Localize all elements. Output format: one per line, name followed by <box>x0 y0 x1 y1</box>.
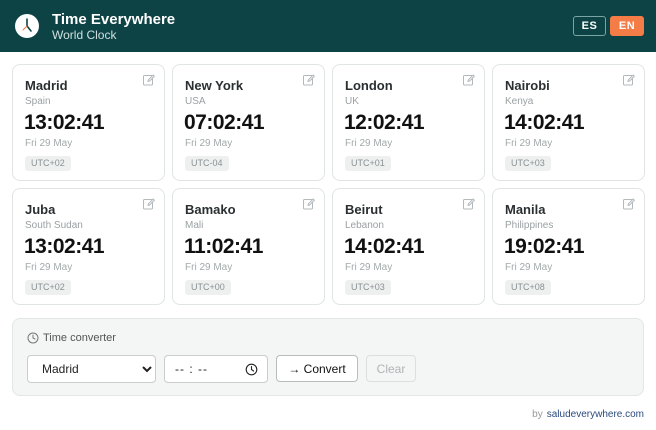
clock-outline-icon <box>27 332 39 344</box>
city-select[interactable]: Madrid <box>27 355 156 383</box>
country-name: Spain <box>25 96 51 107</box>
utc-offset-badge: UTC+03 <box>345 280 391 295</box>
converter-title: Time converter <box>43 332 116 344</box>
clock-card-new-york: New York USA 07:02:41 Fri 29 May UTC-04 <box>172 64 325 181</box>
language-en-button[interactable]: EN <box>610 16 644 36</box>
utc-offset-badge: UTC+02 <box>25 156 71 171</box>
country-name: Kenya <box>505 96 534 107</box>
utc-offset-badge: UTC+08 <box>505 280 551 295</box>
clock-time: 13:02:41 <box>24 235 105 258</box>
city-name: Juba <box>25 202 56 217</box>
app-title: Time Everywhere <box>52 11 176 28</box>
utc-offset-badge: UTC+00 <box>185 280 231 295</box>
clock-time: 14:02:41 <box>504 111 585 134</box>
clock-outline-icon[interactable] <box>245 363 258 376</box>
country-name: Philippines <box>505 220 554 231</box>
pencil-edit-icon[interactable] <box>303 74 315 86</box>
country-name: UK <box>345 96 359 107</box>
clear-button[interactable]: Clear <box>366 355 416 382</box>
footer-credit: by saludeverywhere.com <box>532 409 644 420</box>
footer-link[interactable]: saludeverywhere.com <box>547 409 644 420</box>
clock-date: Fri 29 May <box>25 262 73 273</box>
pencil-edit-icon[interactable] <box>303 198 315 210</box>
time-converter-panel: Time converter Madrid -- : -- → Convert … <box>12 318 644 396</box>
pencil-edit-icon[interactable] <box>463 74 475 86</box>
clock-date: Fri 29 May <box>345 138 393 149</box>
pencil-edit-icon[interactable] <box>143 74 155 86</box>
clock-card-juba: Juba South Sudan 13:02:41 Fri 29 May UTC… <box>12 188 165 305</box>
clock-card-nairobi: Nairobi Kenya 14:02:41 Fri 29 May UTC+03 <box>492 64 645 181</box>
clock-time: 13:02:41 <box>24 111 105 134</box>
country-name: USA <box>185 96 206 107</box>
app-header: Time Everywhere World Clock ES EN <box>0 0 656 52</box>
city-name: Nairobi <box>505 78 550 93</box>
clock-time: 14:02:41 <box>344 235 425 258</box>
clock-date: Fri 29 May <box>505 262 553 273</box>
clock-card-london: London UK 12:02:41 Fri 29 May UTC+01 <box>332 64 485 181</box>
clock-card-madrid: Madrid Spain 13:02:41 Fri 29 May UTC+02 <box>12 64 165 181</box>
utc-offset-badge: UTC+03 <box>505 156 551 171</box>
language-es-button[interactable]: ES <box>573 16 606 36</box>
clock-card-beirut: Beirut Lebanon 14:02:41 Fri 29 May UTC+0… <box>332 188 485 305</box>
utc-offset-badge: UTC+01 <box>345 156 391 171</box>
app-subtitle: World Clock <box>52 28 117 42</box>
pencil-edit-icon[interactable] <box>623 74 635 86</box>
clock-date: Fri 29 May <box>505 138 553 149</box>
footer-prefix: by <box>532 409 543 420</box>
city-name: London <box>345 78 393 93</box>
city-name: Madrid <box>25 78 68 93</box>
clock-logo-icon <box>15 14 39 38</box>
city-name: Beirut <box>345 202 383 217</box>
clock-time: 07:02:41 <box>184 111 265 134</box>
pencil-edit-icon[interactable] <box>143 198 155 210</box>
time-input-placeholder: -- : -- <box>175 362 208 376</box>
clock-card-bamako: Bamako Mali 11:02:41 Fri 29 May UTC+00 <box>172 188 325 305</box>
clock-date: Fri 29 May <box>185 262 233 273</box>
country-name: South Sudan <box>25 220 83 231</box>
city-name: New York <box>185 78 244 93</box>
utc-offset-badge: UTC+02 <box>25 280 71 295</box>
convert-button[interactable]: → Convert <box>276 355 358 382</box>
clock-time: 11:02:41 <box>184 235 263 258</box>
country-name: Mali <box>185 220 204 231</box>
country-name: Lebanon <box>345 220 384 231</box>
clock-time: 12:02:41 <box>344 111 425 134</box>
time-input[interactable]: -- : -- <box>164 355 268 383</box>
clock-date: Fri 29 May <box>185 138 233 149</box>
clock-date: Fri 29 May <box>25 138 73 149</box>
clock-time: 19:02:41 <box>504 235 585 258</box>
clock-date: Fri 29 May <box>345 262 393 273</box>
city-name: Bamako <box>185 202 236 217</box>
utc-offset-badge: UTC-04 <box>185 156 229 171</box>
city-name: Manila <box>505 202 546 217</box>
clock-card-manila: Manila Philippines 19:02:41 Fri 29 May U… <box>492 188 645 305</box>
pencil-edit-icon[interactable] <box>463 198 475 210</box>
pencil-edit-icon[interactable] <box>623 198 635 210</box>
